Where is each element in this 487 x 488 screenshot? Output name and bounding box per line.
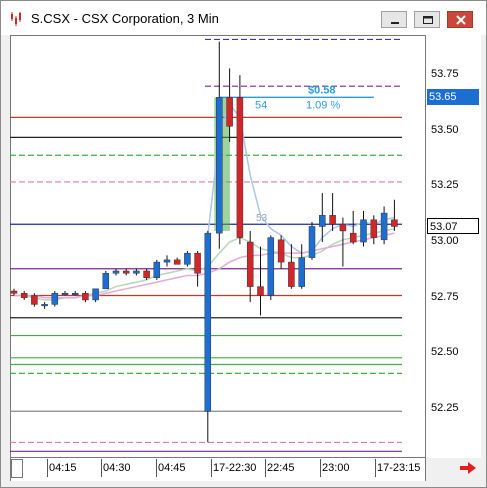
candle-body-4 (51, 293, 59, 305)
candle-body-34 (360, 219, 367, 243)
measure-percent-label: 1.09 % (306, 99, 340, 111)
price-tick-label: 53.50 (431, 123, 459, 136)
candle-body-37 (391, 219, 398, 227)
candle-body-16 (173, 259, 181, 265)
candle-body-10 (112, 270, 120, 274)
candle-body-7 (82, 293, 89, 301)
scroll-right-arrow-icon[interactable] (459, 461, 477, 475)
candle-body-9 (102, 272, 110, 290)
candle-body-35 (370, 219, 378, 238)
candle-body-12 (133, 270, 140, 274)
candle-body-15 (163, 259, 171, 263)
chart-app-icon (11, 12, 21, 26)
time-tick-mark (156, 459, 157, 477)
candle-body-24 (257, 286, 264, 296)
close-button[interactable] (447, 11, 473, 28)
time-tick-mark (47, 459, 48, 477)
candle-body-21 (226, 97, 233, 127)
candle-body-20 (216, 97, 223, 234)
measure-bars-label: 54 (255, 99, 267, 111)
current-price-label: 53.65 (427, 89, 479, 106)
candle-body-25 (267, 237, 275, 296)
candle-body-3 (41, 304, 48, 307)
maximize-button[interactable] (414, 11, 440, 28)
price-tick-label: 53.75 (431, 68, 459, 81)
minimize-icon (391, 22, 399, 24)
time-tick-mark (375, 459, 376, 477)
window-title: S.CSX - CSX Corporation, 3 Min (31, 11, 219, 26)
candlestick-chart[interactable]: $0.58 54 1.09 % 53 (10, 35, 426, 458)
candle-body-31 (329, 215, 336, 225)
candle-body-36 (380, 212, 388, 241)
candle-body-33 (349, 232, 357, 243)
price-tick-label: 53.25 (431, 179, 459, 192)
time-tick-label: 04:30 (103, 462, 131, 474)
candle-body-30 (319, 215, 326, 227)
candle-body-28 (298, 257, 305, 287)
title-bar[interactable]: S.CSX - CSX Corporation, 3 Min (1, 1, 486, 35)
candle-body-27 (288, 261, 295, 287)
last-price-label: 53.07 (427, 218, 479, 235)
candle-body-18 (194, 252, 201, 274)
time-tick-label: 22:45 (267, 462, 295, 474)
scroll-handle[interactable] (11, 459, 23, 478)
candle-body-0 (10, 290, 18, 294)
time-tick-label: 17-22:30 (213, 462, 257, 474)
candle-body-23 (246, 241, 254, 287)
moving-average-line-1 (14, 227, 395, 301)
candle-body-22 (236, 97, 244, 238)
candle-body-1 (20, 293, 28, 298)
candle-body-32 (339, 223, 347, 232)
candle-body-5 (61, 293, 69, 296)
price-tick-label: 52.75 (431, 290, 459, 303)
chart-window: S.CSX - CSX Corporation, 3 Min $0.58 54 1.… (0, 0, 487, 488)
candle-body-19 (204, 232, 212, 412)
candle-body-14 (153, 261, 161, 278)
price-tick-label: 52.50 (431, 346, 459, 359)
close-icon (456, 15, 466, 25)
time-tick-label: 04:15 (49, 462, 77, 474)
candle-body-6 (71, 293, 79, 296)
minimize-button[interactable] (381, 11, 407, 28)
time-tick-mark (320, 459, 321, 477)
measure-change-label: $0.58 (308, 84, 336, 96)
time-tick-mark (101, 459, 102, 477)
price-tick-label: 53.00 (431, 235, 459, 248)
time-tick-label: 17-23:15 (377, 462, 421, 474)
candle-body-29 (308, 226, 316, 258)
price-tick-label: 52.25 (431, 402, 459, 415)
time-tick-mark (265, 459, 266, 477)
measure-start-label: 53 (256, 213, 268, 224)
candle-body-8 (92, 288, 99, 301)
candle-body-13 (143, 270, 150, 278)
time-tick-label: 23:00 (322, 462, 350, 474)
candle-body-26 (277, 239, 285, 263)
candle-body-17 (184, 252, 191, 265)
time-tick-mark (211, 459, 212, 477)
candle-body-2 (31, 295, 38, 305)
time-tick-label: 04:45 (158, 462, 186, 474)
candle-body-11 (122, 270, 130, 274)
maximize-icon (423, 16, 433, 24)
